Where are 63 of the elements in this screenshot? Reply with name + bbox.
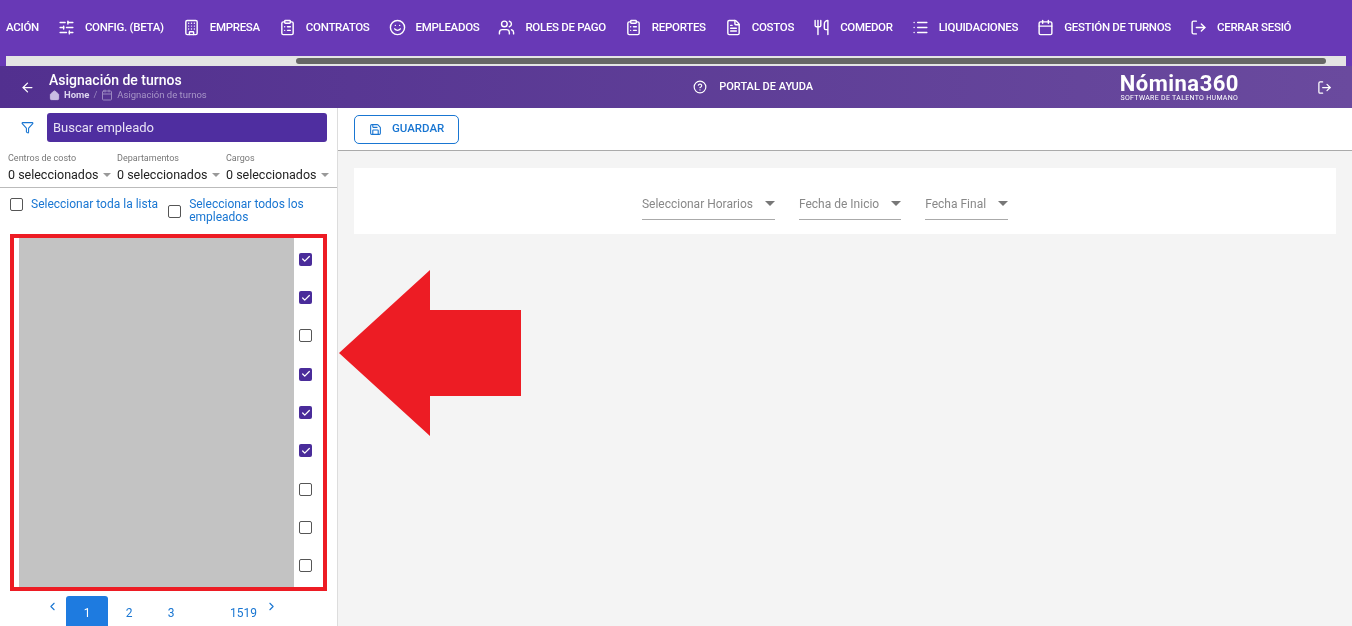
employee-checkbox[interactable] [299, 482, 312, 496]
help-portal-link[interactable]: PORTAL DE AYUDA [719, 78, 814, 96]
help-icon [693, 80, 708, 94]
filter-dropdown[interactable]: Cargos 0 seleccionados [226, 152, 329, 185]
sliders-icon [57, 19, 75, 36]
back-icon[interactable] [20, 79, 35, 95]
employee-checkbox[interactable] [299, 444, 312, 458]
page-button[interactable]: 2 [108, 596, 150, 626]
document-icon [724, 19, 742, 36]
scroll-thumb[interactable] [296, 57, 1326, 64]
home-icon [49, 89, 60, 101]
filter-dropdown[interactable]: Centros de costo 0 seleccionados [8, 152, 111, 185]
select-dropdown[interactable]: Fecha de Inicio [798, 194, 902, 220]
breadcrumb-separator: / [93, 90, 98, 100]
calendar-icon [1037, 19, 1055, 36]
page-button[interactable]: 3 [150, 596, 192, 626]
employee-checkbox[interactable] [299, 329, 312, 343]
horizontal-scrollbar[interactable] [0, 55, 1352, 66]
checkbox[interactable] [168, 204, 182, 218]
select-all-label[interactable]: Seleccionar todos los empleados [189, 198, 309, 225]
calendar-icon [101, 89, 114, 101]
logo-text: Nómina360 [1119, 72, 1239, 95]
page-button[interactable]: 1519 [222, 596, 265, 626]
clipboard-icon [278, 19, 296, 36]
page-button[interactable]: 1 [66, 596, 108, 626]
filter-dropdown[interactable]: Departamentos 0 seleccionados [117, 152, 220, 185]
employee-checkbox[interactable] [299, 559, 312, 573]
building-icon [182, 19, 200, 36]
employee-checkbox[interactable] [299, 367, 312, 381]
logout-icon [1190, 19, 1207, 36]
logout-icon[interactable] [1317, 79, 1332, 95]
nav-link[interactable]: EMPLEADOS [388, 18, 480, 37]
save-button[interactable]: GUARDAR [354, 114, 460, 144]
list-icon [911, 19, 929, 36]
page-title: Asignación de turnos [49, 73, 183, 87]
employee-checkbox[interactable] [299, 520, 312, 534]
nav-link[interactable]: REPORTES [624, 18, 706, 37]
search-field[interactable]: Buscar empleado [47, 112, 327, 142]
nav-link[interactable]: COMEDOR [813, 18, 893, 37]
clipboard-icon [624, 19, 642, 36]
smiley-icon [388, 19, 406, 36]
employee-checkbox[interactable] [299, 252, 312, 266]
select-dropdown[interactable]: Fecha Final [925, 194, 1009, 220]
breadcrumb-link[interactable]: Home [64, 90, 90, 100]
nav-link[interactable]: GESTIÓN DE TURNOS [1037, 18, 1171, 37]
nav-link[interactable]: ACIÓN [6, 18, 39, 37]
nav-link[interactable]: EMPRESA [182, 18, 260, 37]
nav-link[interactable]: LIQUIDACIONES [911, 18, 1019, 37]
people-icon [498, 19, 516, 36]
select-dropdown[interactable]: Seleccionar Horarios [641, 194, 775, 220]
employee-checkbox[interactable] [299, 291, 312, 305]
employee-checkbox[interactable] [299, 406, 312, 420]
nav-link[interactable]: ROLES DE PAGO [498, 18, 606, 37]
checkbox[interactable] [10, 198, 23, 212]
filter-icon[interactable] [21, 120, 34, 134]
save-icon [369, 122, 382, 136]
nav-link[interactable]: CONFIG. (BETA) [57, 18, 164, 37]
nav-link[interactable]: COSTOS [724, 18, 795, 37]
breadcrumb-current: Asignación de turnos [117, 90, 207, 100]
select-all-label[interactable]: Seleccionar toda la lista [31, 198, 159, 212]
utensils-icon [813, 19, 831, 36]
nav-link[interactable]: CERRAR SESIÓ [1190, 18, 1292, 37]
nav-link[interactable]: CONTRATOS [278, 18, 370, 37]
